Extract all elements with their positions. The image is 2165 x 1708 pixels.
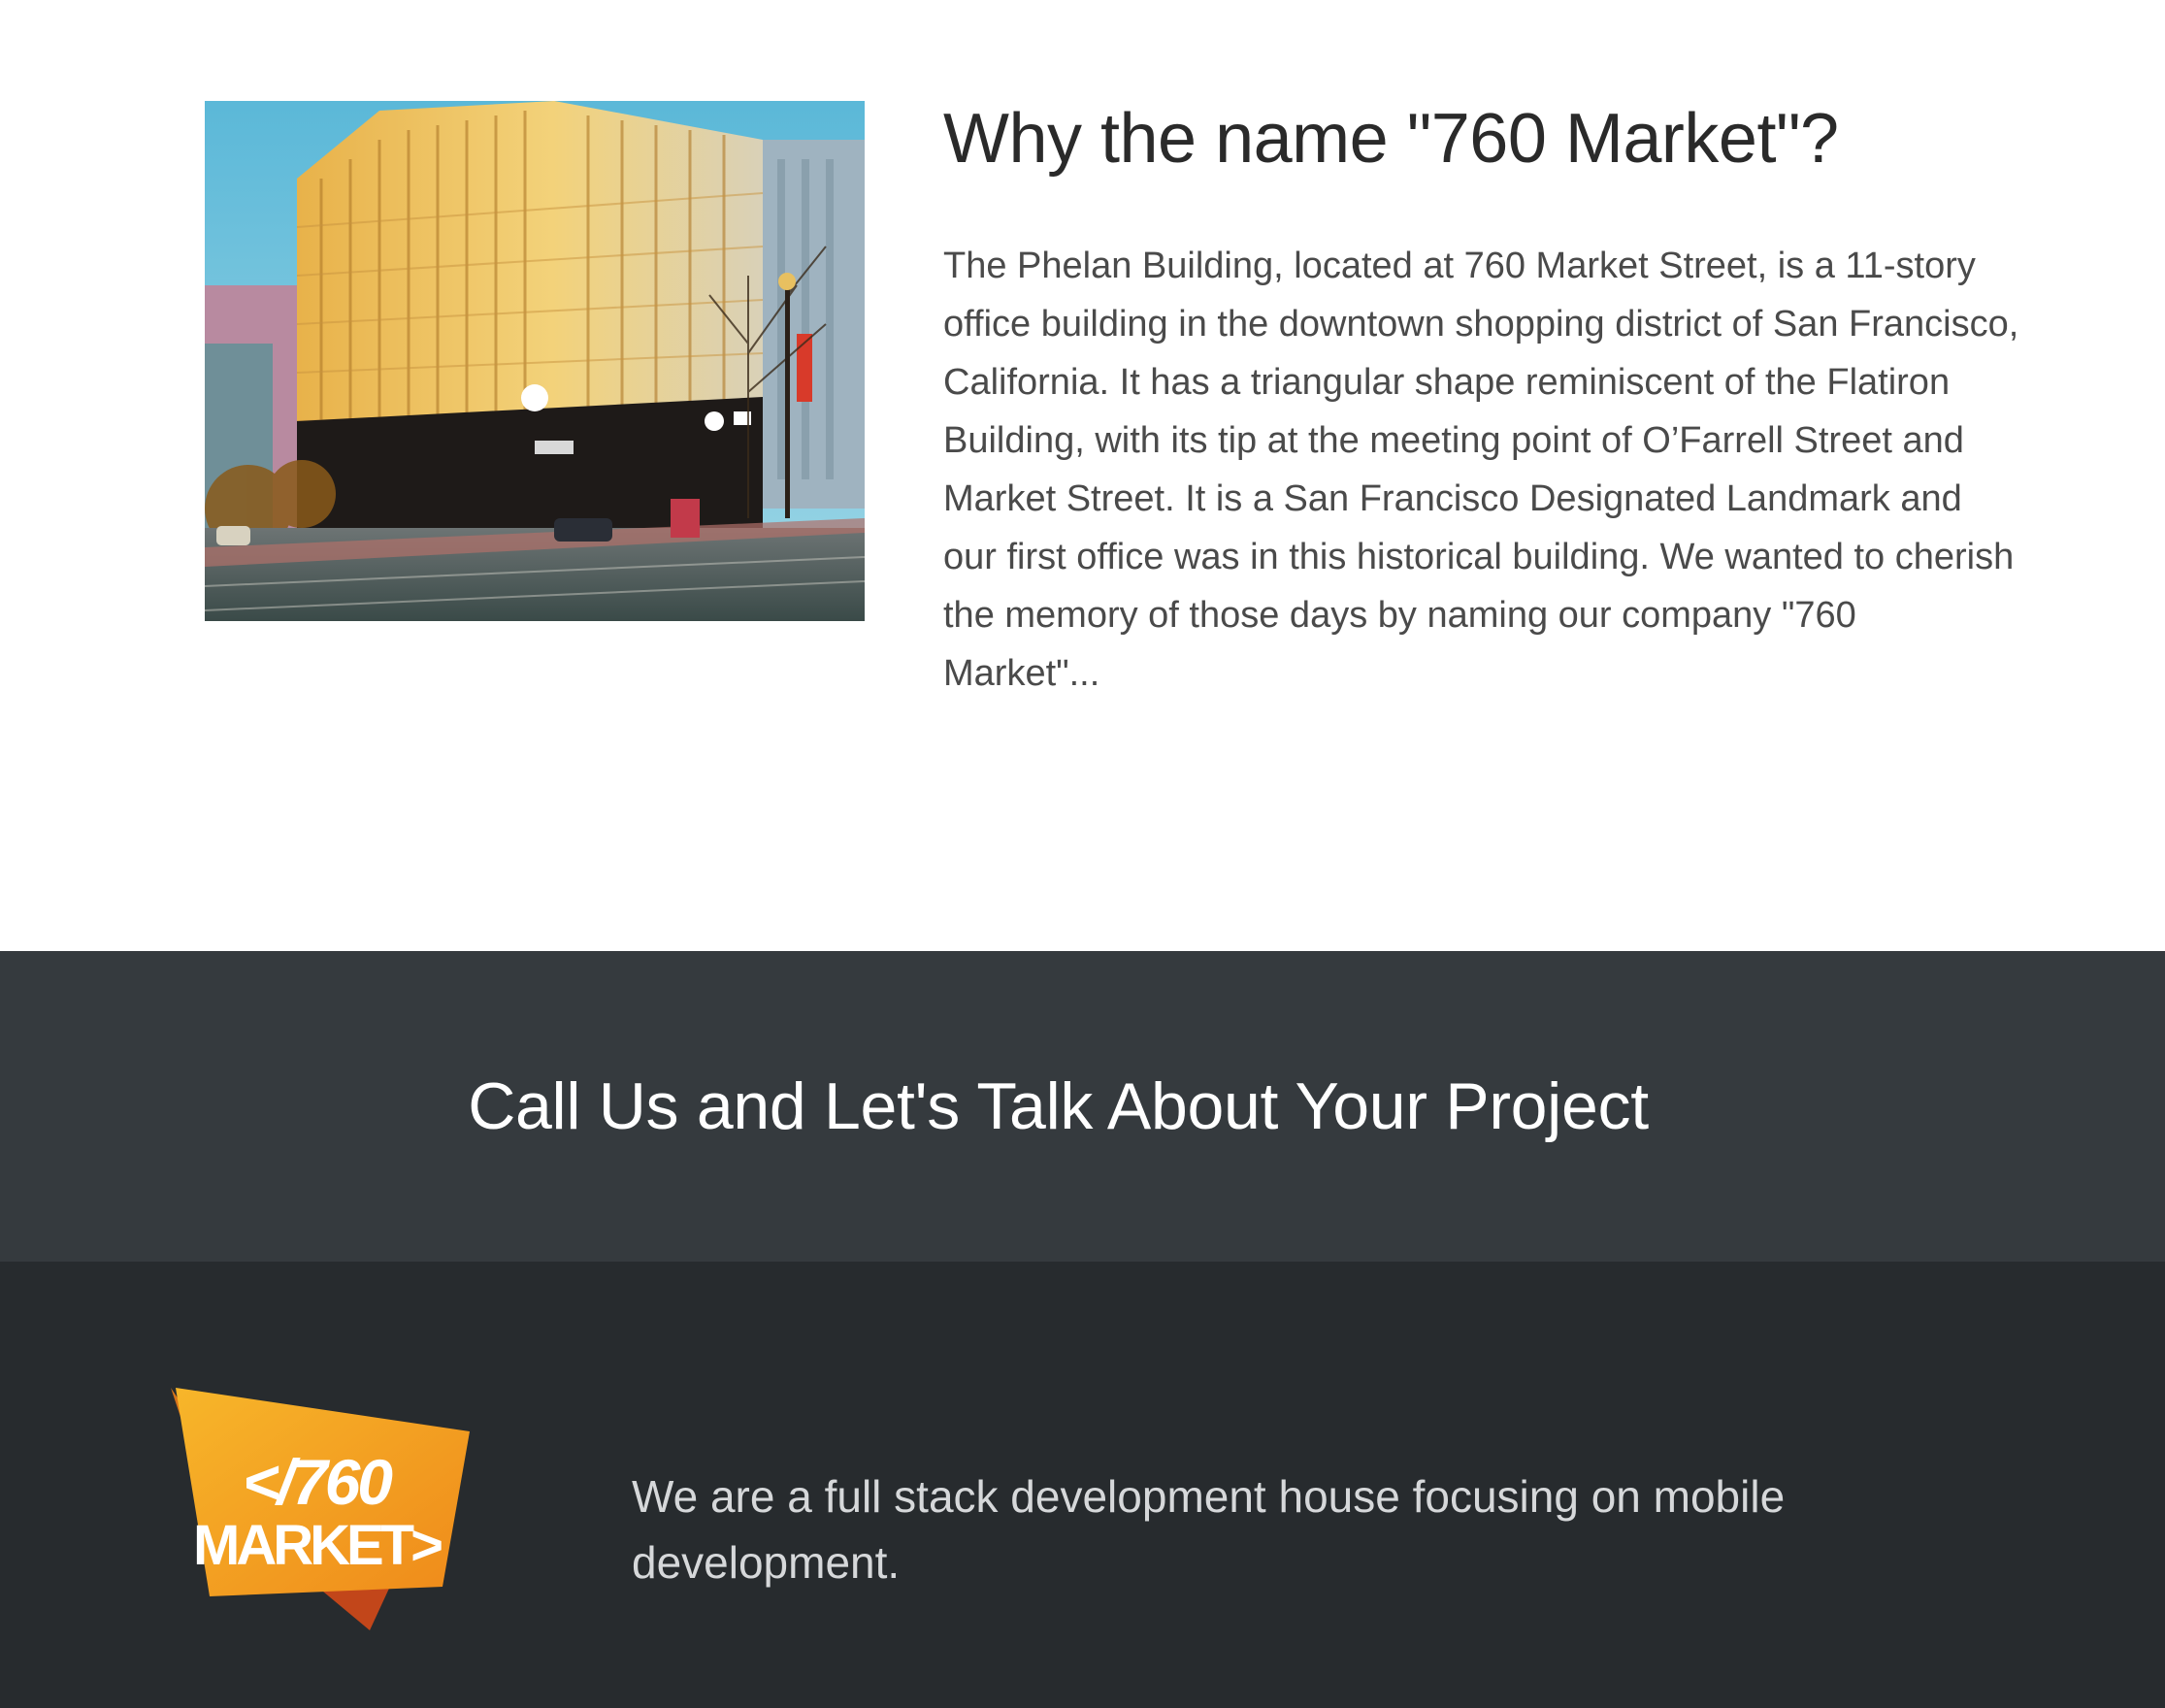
logo-line-2: MARKET> [193,1514,442,1577]
cta-title: Call Us and Let's Talk About Your Projec… [468,1069,1649,1143]
page: Why the name "760 Market"? The Phelan Bu… [0,0,2165,1708]
about-paragraph: The Phelan Building, located at 760 Mark… [943,246,2019,694]
footer-tagline: We are a full stack development house fo… [632,1471,1786,1588]
call-to-action-band: Call Us and Let's Talk About Your Projec… [0,951,2165,1262]
about-section: Why the name "760 Market"? The Phelan Bu… [0,0,2165,951]
760-market-logo[interactable]: </760 MARKET> [171,1388,472,1650]
logo-line-1: </760 [243,1446,393,1518]
about-title: Why the name "760 Market"? [943,100,1839,178]
footer: </760 MARKET> We are a full stack develo… [0,1262,2165,1708]
phelan-building-photo [205,101,865,621]
